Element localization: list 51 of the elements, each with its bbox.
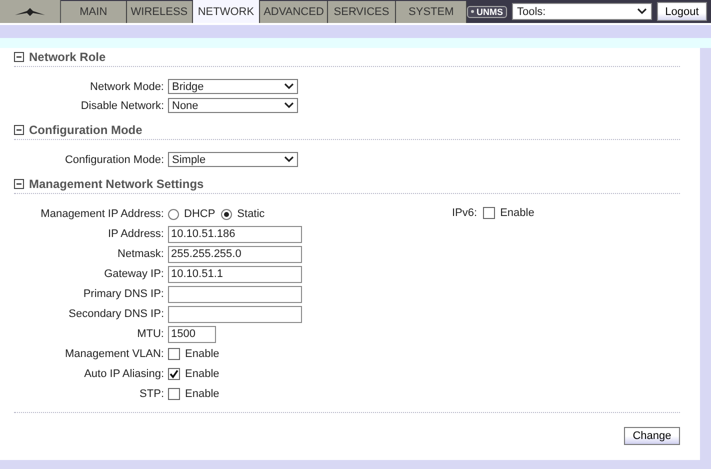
field-label: Management IP Address: bbox=[40, 208, 164, 220]
dropdown[interactable]: Bridge bbox=[168, 79, 298, 94]
option-label: DHCP bbox=[184, 208, 216, 220]
field-label: Secondary DNS IP: bbox=[68, 308, 164, 320]
field-label: STP: bbox=[138, 388, 164, 400]
input-field[interactable] bbox=[168, 306, 302, 322]
collapse-icon[interactable] bbox=[14, 52, 24, 62]
field-label: Management VLAN: bbox=[64, 348, 164, 360]
field-label: Netmask: bbox=[116, 248, 164, 260]
checkbox[interactable] bbox=[483, 207, 496, 219]
nav-tab[interactable]: ADVANCED bbox=[260, 1, 328, 23]
input-field[interactable] bbox=[168, 286, 302, 302]
checkbox[interactable] bbox=[168, 348, 180, 360]
section-title: Configuration Mode bbox=[29, 123, 142, 137]
option-label: Static bbox=[237, 208, 265, 220]
logout-button[interactable]: Logout bbox=[656, 2, 707, 21]
checkbox[interactable] bbox=[168, 388, 180, 400]
checkbox[interactable] bbox=[168, 368, 180, 380]
tools-dropdown[interactable]: Tools: bbox=[512, 3, 652, 20]
radio-button[interactable] bbox=[168, 208, 179, 220]
option-label: Enable bbox=[185, 368, 220, 380]
nav-tab[interactable]: SYSTEM bbox=[396, 1, 468, 23]
dropdown[interactable]: None bbox=[168, 98, 298, 113]
field-label: IP Address: bbox=[106, 228, 164, 240]
field-label: IPv6: bbox=[452, 207, 478, 219]
option-label: Enable bbox=[185, 388, 220, 400]
option-label: Enable bbox=[500, 207, 534, 219]
field-label: Network Mode: bbox=[89, 80, 164, 92]
dropdown[interactable]: Simple bbox=[168, 152, 298, 167]
field-label: Configuration Mode: bbox=[64, 154, 164, 166]
field-label: Disable Network: bbox=[80, 100, 164, 112]
input-field[interactable]: 255.255.255.0 bbox=[168, 246, 302, 262]
nav-tab[interactable]: MAIN bbox=[60, 1, 127, 23]
collapse-icon[interactable] bbox=[14, 179, 24, 189]
change-button[interactable]: Change bbox=[624, 427, 680, 445]
input-field[interactable]: 10.10.51.186 bbox=[168, 226, 302, 242]
field-label: Primary DNS IP: bbox=[82, 288, 164, 300]
nav-tab[interactable]: WIRELESS bbox=[126, 1, 193, 23]
input-field[interactable]: 10.10.51.1 bbox=[168, 266, 302, 282]
field-label: Gateway IP: bbox=[103, 268, 164, 280]
unms-badge[interactable]: UNMS bbox=[467, 6, 507, 18]
input-field[interactable]: 1500 bbox=[168, 326, 216, 342]
field-label: MTU: bbox=[136, 328, 164, 340]
collapse-icon[interactable] bbox=[14, 125, 24, 135]
option-label: Enable bbox=[185, 348, 220, 360]
nav-tab[interactable]: SERVICES bbox=[328, 1, 396, 23]
section-title: Network Role bbox=[29, 50, 106, 64]
section-title: Management Network Settings bbox=[29, 177, 204, 191]
field-label: Auto IP Aliasing: bbox=[83, 368, 164, 380]
nav-tab[interactable]: NETWORK bbox=[192, 0, 260, 23]
radio-button[interactable] bbox=[221, 208, 232, 220]
